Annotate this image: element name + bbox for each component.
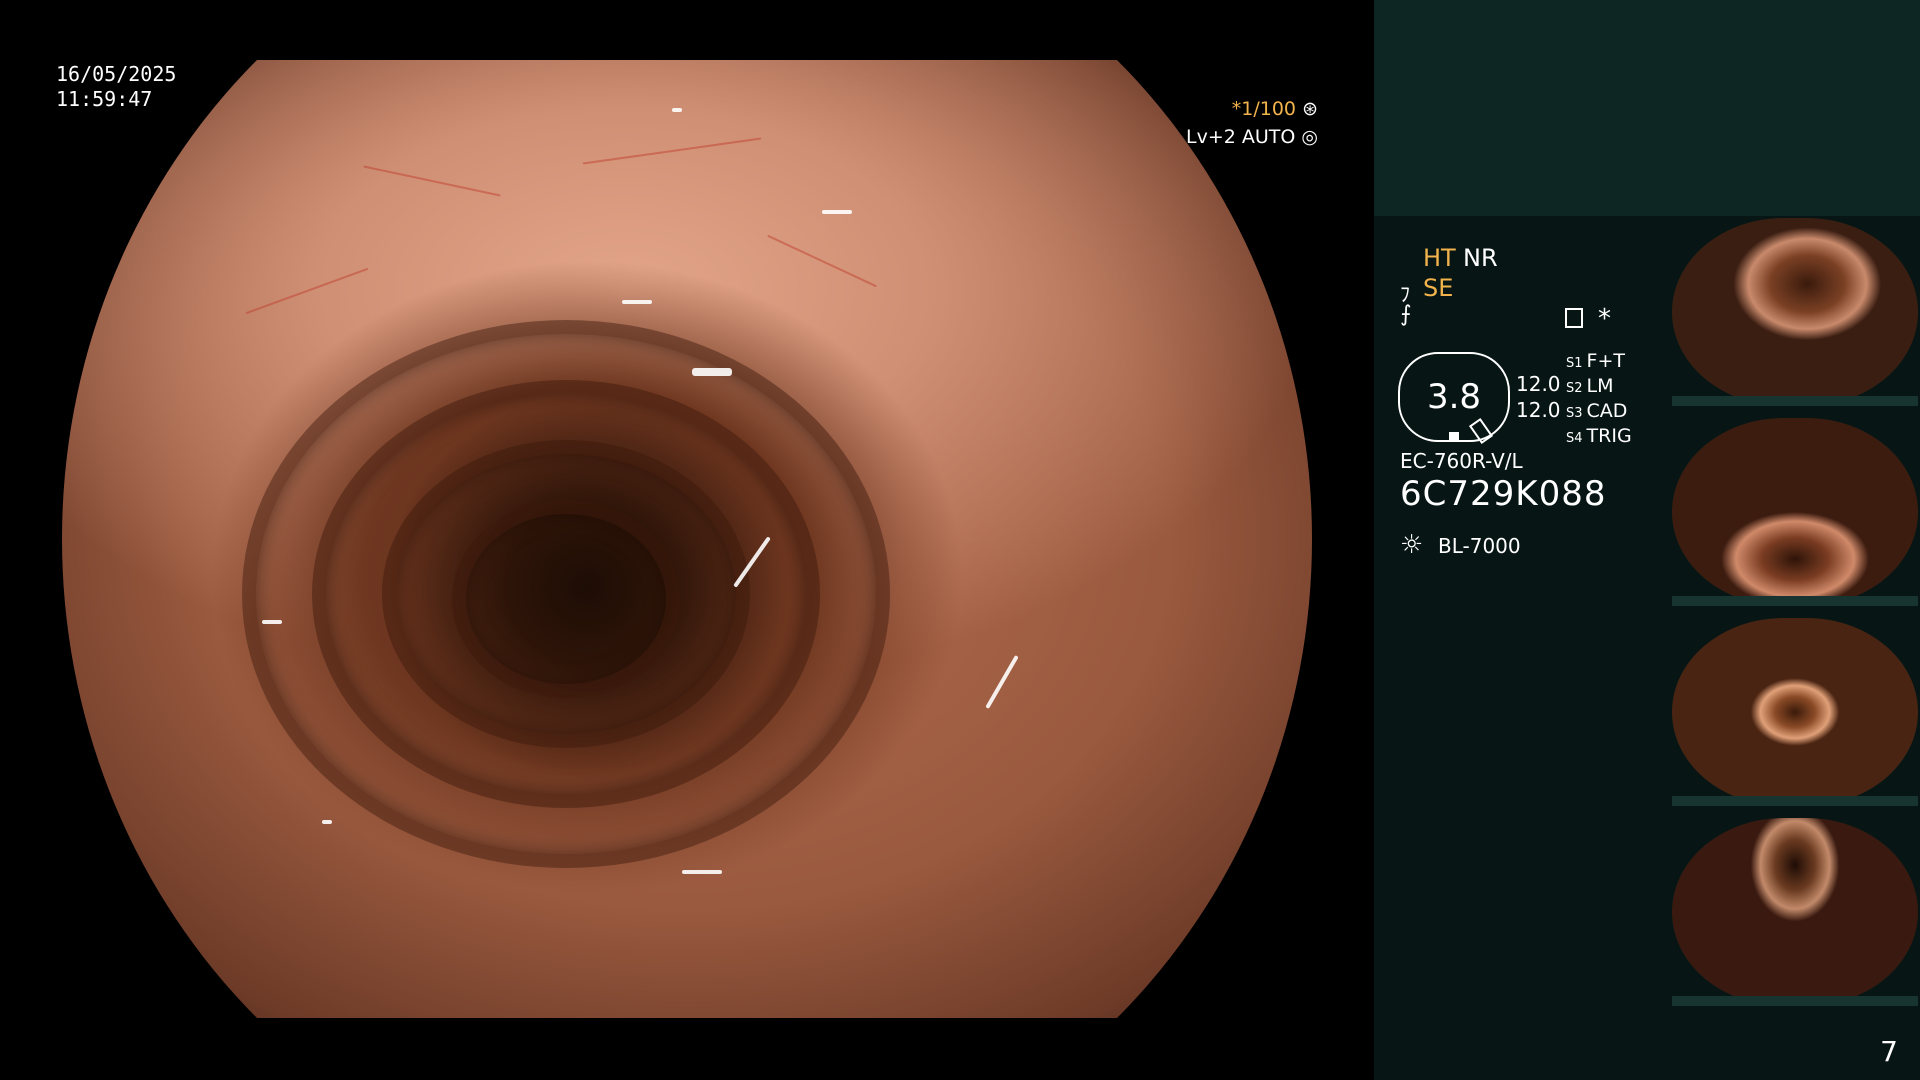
level-readout: Lv+2 AUTO ◎ bbox=[1186, 126, 1318, 148]
switch-key: S1 bbox=[1566, 356, 1583, 371]
light-source-label: BL-7000 bbox=[1438, 534, 1521, 558]
shutter-icon: ⊛ bbox=[1302, 98, 1318, 120]
info-panel-header bbox=[1374, 0, 1920, 216]
datetime-readout: 16/05/2025 11:59:47 bbox=[56, 62, 176, 112]
shutter-readout: *1/100 ⊛ bbox=[1232, 98, 1318, 120]
switch-key: S3 bbox=[1566, 406, 1583, 421]
value-a: 12.0 bbox=[1516, 372, 1561, 396]
capture-thumbnail[interactable] bbox=[1672, 218, 1918, 406]
time-text: 11:59:47 bbox=[56, 87, 153, 111]
switch-label: LM bbox=[1586, 375, 1614, 397]
vessel-mark bbox=[245, 267, 369, 315]
switch-s2: S2 LM bbox=[1566, 375, 1614, 397]
switch-key: S4 bbox=[1566, 431, 1583, 446]
switch-s4: S4 TRIG bbox=[1566, 425, 1632, 447]
mode-se: SE bbox=[1423, 274, 1454, 302]
light-source-icon: ☼ bbox=[1400, 530, 1424, 560]
switch-label: TRIG bbox=[1586, 425, 1632, 447]
switch-label: CAD bbox=[1586, 400, 1628, 422]
star-icon: * bbox=[1598, 304, 1611, 334]
light-reflection bbox=[692, 368, 732, 376]
capture-thumbnail[interactable] bbox=[1672, 818, 1918, 1006]
capture-thumbnail[interactable] bbox=[1672, 618, 1918, 806]
date-text: 16/05/2025 bbox=[56, 62, 177, 86]
mode-ht: HT bbox=[1423, 244, 1456, 272]
vessel-mark bbox=[767, 234, 877, 288]
level-text: Lv+2 AUTO bbox=[1186, 126, 1296, 148]
light-reflection bbox=[822, 210, 852, 214]
gauge-marker bbox=[1449, 432, 1459, 440]
switch-s3: S3 CAD bbox=[1566, 400, 1627, 422]
light-reflection bbox=[985, 655, 1019, 709]
light-reflection bbox=[682, 870, 722, 874]
vessel-mark bbox=[363, 165, 501, 197]
auto-icon: ◎ bbox=[1301, 126, 1318, 148]
light-reflection bbox=[322, 820, 332, 824]
light-reflection bbox=[672, 108, 682, 112]
page-number: 7 bbox=[1880, 1035, 1898, 1068]
filter-icon: ⨍ bbox=[1400, 302, 1412, 327]
settings-grid-icon bbox=[1565, 308, 1583, 328]
endoscope-view bbox=[62, 60, 1312, 1018]
gauge-value: 3.8 bbox=[1426, 377, 1482, 417]
light-reflection bbox=[262, 620, 282, 624]
capture-thumbnail[interactable] bbox=[1672, 418, 1918, 606]
scope-model: EC-760R-V/L bbox=[1400, 449, 1523, 473]
mucosa-fold bbox=[452, 500, 680, 698]
switch-s1: S1 F+T bbox=[1566, 350, 1625, 372]
mode-nr: NR bbox=[1463, 244, 1498, 272]
switch-key: S2 bbox=[1566, 381, 1583, 396]
switch-label: F+T bbox=[1586, 350, 1625, 372]
light-reflection bbox=[622, 300, 652, 304]
scope-serial: 6C729K088 bbox=[1400, 474, 1607, 514]
shutter-text: *1/100 bbox=[1231, 98, 1297, 120]
gauge-display: 3.8 bbox=[1398, 352, 1510, 442]
value-b: 12.0 bbox=[1516, 398, 1561, 422]
vessel-mark bbox=[582, 137, 762, 165]
